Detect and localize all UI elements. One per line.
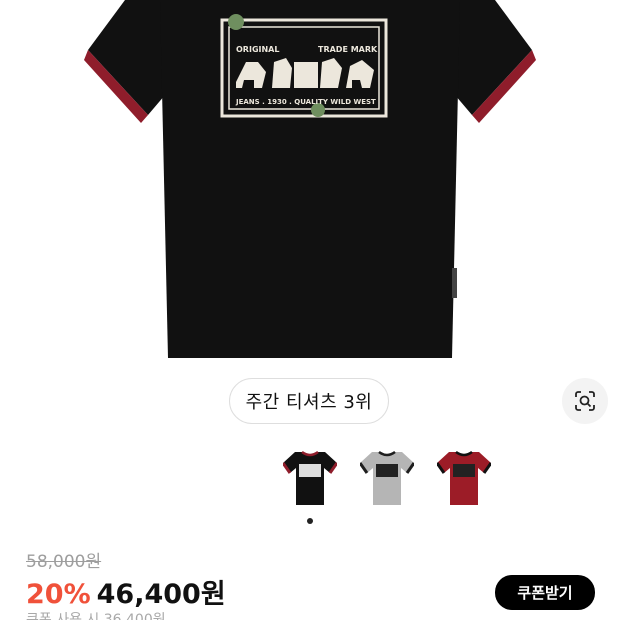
- coupon-button-label: 쿠폰받기: [517, 584, 573, 602]
- color-option-red[interactable]: [437, 447, 491, 509]
- print-top: ORIGINAL: [236, 45, 279, 54]
- discount-rate: 20%: [26, 579, 91, 610]
- image-search-button[interactable]: [562, 378, 608, 424]
- print-bottom: JEANS . 1930 . QUALITY WILD WEST: [235, 98, 376, 106]
- weekly-ranking-badge[interactable]: 주간 티셔츠 3위: [229, 378, 389, 424]
- tshirt-thumbnail-gray: [360, 450, 414, 505]
- ranking-label: 주간 티셔츠 3위: [245, 392, 373, 413]
- print-mid: TRADE MARK: [318, 45, 378, 54]
- carousel-indicator-dot: [307, 518, 313, 524]
- tshirt-thumbnail-red: [437, 450, 491, 505]
- sale-price: 46,400원: [96, 579, 226, 610]
- get-coupon-button[interactable]: 쿠폰받기: [495, 575, 595, 610]
- color-option-black[interactable]: [283, 447, 337, 509]
- original-price: 58,000원: [26, 552, 102, 572]
- tshirt-illustration: ORIGINAL TRADE MARK JEANS . 1930 . QUALI…: [84, 0, 536, 358]
- image-search-icon: [575, 391, 595, 411]
- price-row: 20% 46,400원: [26, 572, 226, 611]
- tshirt-thumbnail-black: [283, 450, 337, 505]
- product-image: ORIGINAL TRADE MARK JEANS . 1930 . QUALI…: [0, 0, 620, 362]
- coupon-price-line: 쿠폰 사용 시 36,400원: [26, 612, 166, 620]
- color-option-gray[interactable]: [360, 447, 414, 509]
